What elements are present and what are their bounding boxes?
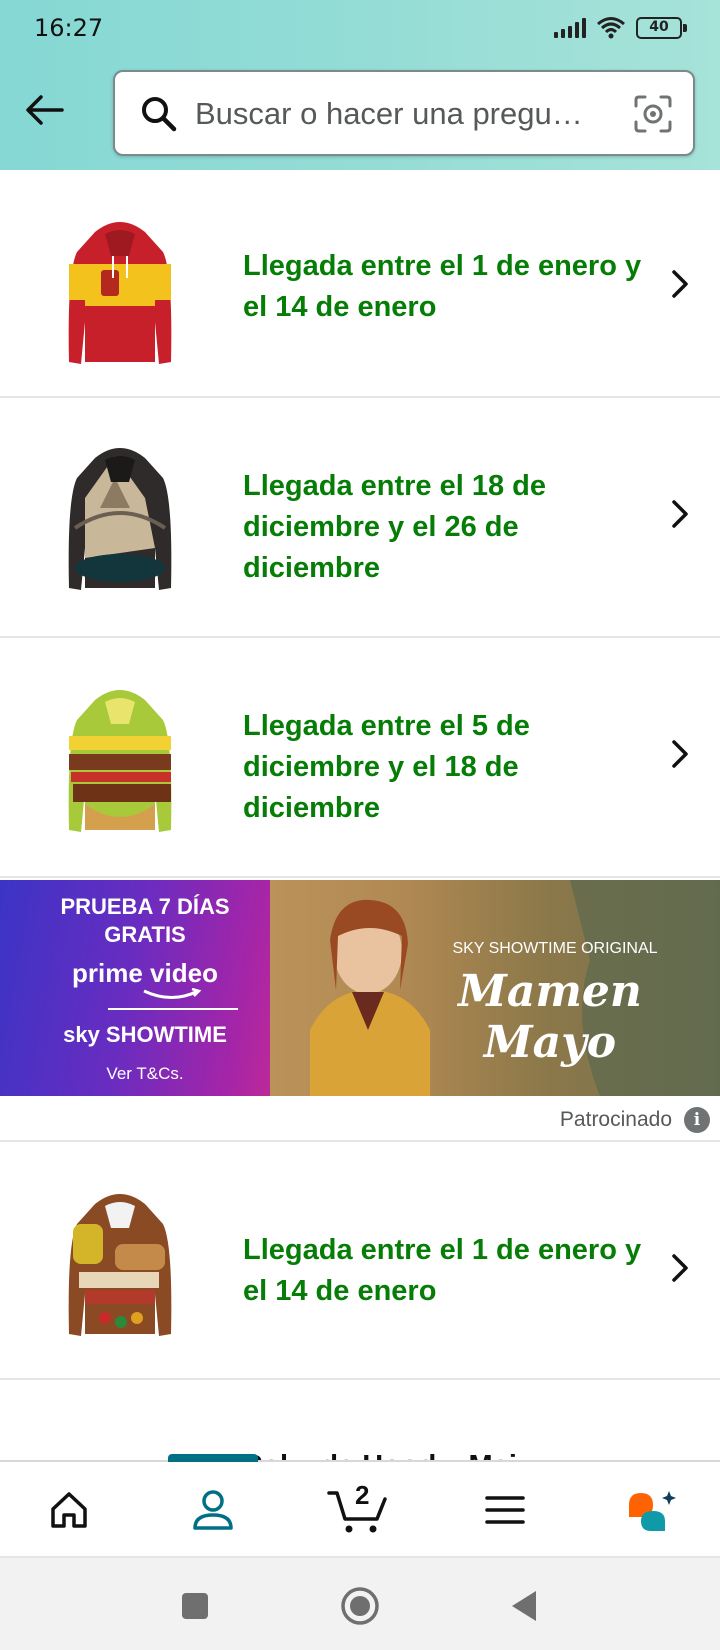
skyshowtime-logo: sky SHOWTIME [63, 1022, 227, 1047]
delivery-estimate: Llegada entre el 5 de diciembre y el 18 … [243, 710, 530, 824]
cart-count-badge: 2 [355, 1480, 370, 1510]
recent-apps-button[interactable] [171, 1582, 219, 1630]
sponsored-ad-banner[interactable]: PRUEBA 7 DÍAS GRATIS prime video sky SHO… [0, 880, 720, 1096]
list-item[interactable]: Llegada entre el 1 de enero y el 14 de e… [0, 170, 720, 398]
menu-icon [485, 1496, 525, 1524]
nav-home[interactable] [14, 1462, 124, 1558]
ad-divider [108, 1008, 238, 1010]
product-image[interactable] [55, 1184, 185, 1344]
battery-icon: 40 [636, 17, 687, 39]
active-tab-indicator [168, 1454, 258, 1462]
signal-icon [554, 18, 586, 38]
account-icon [193, 1490, 233, 1530]
back-arrow-icon [26, 95, 64, 125]
ad-line1: PRUEBA 7 DÍAS [60, 894, 230, 919]
circle-home-icon [341, 1587, 379, 1625]
ad-image: SKY SHOWTIME ORIGINAL Mamen Mayo [270, 880, 720, 1096]
chevron-right-icon[interactable] [668, 1252, 692, 1284]
nav-menu[interactable] [450, 1462, 560, 1558]
home-icon [51, 1492, 87, 1528]
home-system-button[interactable] [336, 1582, 384, 1630]
delivery-estimate: Llegada entre el 1 de enero y el 14 de e… [243, 1234, 642, 1307]
header: 16:27 40 [0, 0, 720, 170]
system-navigation-bar [0, 1556, 720, 1650]
wifi-icon [597, 17, 625, 39]
product-image[interactable] [55, 438, 185, 598]
sponsored-row: Patrocinado i [0, 1096, 720, 1142]
camera-lens-icon[interactable] [633, 94, 673, 134]
prime-video-logo: prime video [72, 958, 218, 988]
delivery-estimate: Llegada entre el 1 de enero y el 14 de e… [243, 250, 642, 323]
info-icon[interactable]: i [684, 1107, 710, 1133]
square-icon [182, 1593, 208, 1619]
nav-cart[interactable]: 2 [303, 1462, 413, 1558]
ad-line2: GRATIS [104, 922, 186, 947]
results-list: Llegada entre el 1 de enero y el 14 de e… [0, 170, 720, 878]
partial-product-title: Pol... de Hood... Mai... [243, 1450, 541, 1460]
smile-arrow-icon [143, 988, 202, 999]
status-bar: 16:27 40 [0, 0, 720, 56]
list-item[interactable]: Llegada entre el 18 de diciembre y el 26… [0, 398, 720, 638]
search-icon [142, 97, 177, 132]
nav-rufus[interactable] [596, 1462, 706, 1558]
ad-kicker: SKY SHOWTIME ORIGINAL [452, 940, 658, 957]
nav-account[interactable] [158, 1462, 268, 1558]
triangle-back-icon [512, 1591, 536, 1621]
status-icons: 40 [554, 14, 687, 42]
delivery-estimate: Llegada entre el 18 de diciembre y el 26… [243, 470, 547, 584]
partial-list-item[interactable]: Pol... de Hood... Mai... [0, 1380, 720, 1460]
bottom-navigation: 2 [0, 1454, 720, 1558]
back-system-button[interactable] [500, 1582, 548, 1630]
ad-terms-link[interactable]: Ver T&Cs. [0, 1064, 290, 1084]
ad-promo-panel: PRUEBA 7 DÍAS GRATIS prime video sky SHO… [0, 880, 290, 1096]
sponsored-label: Patrocinado [559, 1108, 672, 1131]
back-button[interactable] [20, 86, 68, 134]
list-item[interactable]: Llegada entre el 1 de enero y el 14 de e… [0, 1142, 720, 1380]
chevron-right-icon[interactable] [668, 268, 692, 300]
product-image[interactable] [55, 680, 185, 840]
search-input[interactable] [195, 90, 605, 138]
search-bar[interactable] [113, 70, 695, 156]
list-item[interactable]: Llegada entre el 5 de diciembre y el 18 … [0, 638, 720, 878]
rufus-icon [629, 1491, 676, 1531]
ad-show-title: Mamen Mayo [458, 966, 642, 1068]
chevron-right-icon[interactable] [668, 498, 692, 530]
product-image[interactable] [55, 212, 185, 372]
status-time: 16:27 [34, 14, 104, 42]
chevron-right-icon[interactable] [668, 738, 692, 770]
